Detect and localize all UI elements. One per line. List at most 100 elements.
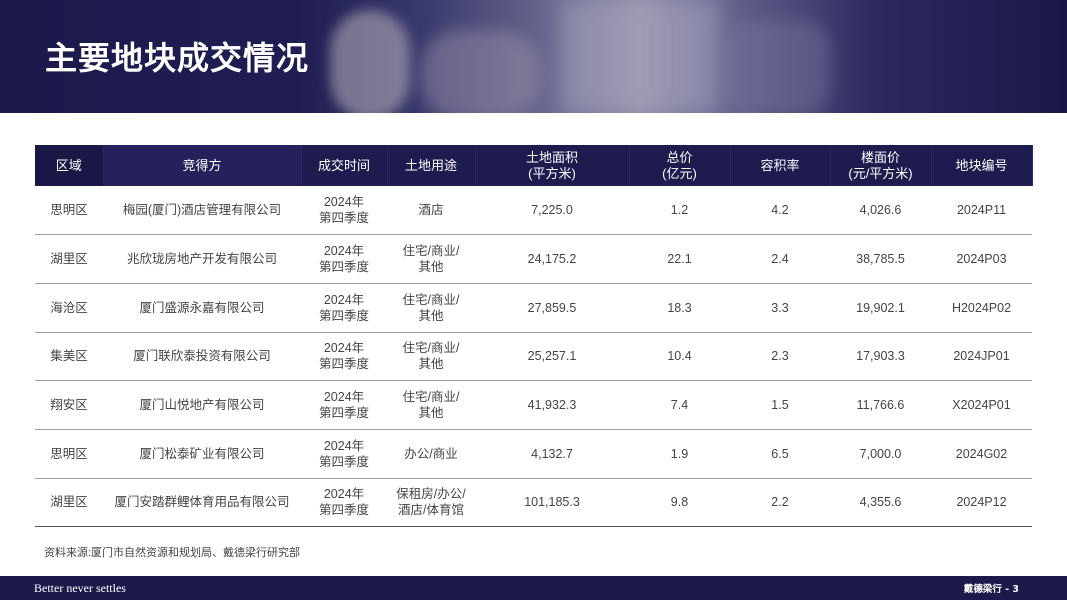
column-header: 总价 (亿元) <box>629 145 731 186</box>
column-header-label: (亿元) <box>662 165 697 181</box>
table-cell-line: 2024年 <box>323 341 365 356</box>
table-row: 湖里区 兆欣珑房地产开发有限公司 2024年 第四季度 住宅/商业/其他 24,175.2… <box>35 234 1032 284</box>
header-photo-figure <box>420 30 540 113</box>
table-cell: 2.4 <box>730 234 830 284</box>
table-cell: 1.5 <box>730 380 830 430</box>
table-cell: 4,132.7 <box>475 429 629 479</box>
table-cell: 38,785.5 <box>830 234 931 284</box>
table-cell: 厦门山悦地产有限公司 <box>103 380 301 430</box>
source-note: 资料来源:厦门市自然资源和规划局、戴德梁行研究部 <box>44 547 301 559</box>
table-cell-line: 酒店 <box>418 203 444 218</box>
table-cell: 41,932.3 <box>475 380 629 430</box>
land-transactions-table: 区域 竞得方 成交时间 土地用途 土地面积 (平方米) 总价 (亿元) 容积率 楼面价 (元/平方米… <box>35 145 1033 528</box>
table-cell: 2.3 <box>730 332 830 382</box>
table-cell-line: 第四季度 <box>318 260 369 275</box>
table-cell-line: 住宅/商业/ <box>402 341 460 356</box>
table-cell: 22.1 <box>629 234 730 284</box>
table-cell: 4.2 <box>730 186 830 236</box>
page-number: 戴德梁行 - 3 <box>963 584 1019 595</box>
table-cell: 兆欣珑房地产开发有限公司 <box>103 234 301 284</box>
table-cell-line: 2024年 <box>323 244 365 259</box>
column-header: 区域 <box>35 145 104 186</box>
table-cell-line: 第四季度 <box>318 211 369 226</box>
table-cell: 2024年 第四季度 <box>301 332 387 382</box>
table-cell: 2024年 第四季度 <box>301 429 387 479</box>
table-row: 湖里区 厦门安踏群鲤体育用品有限公司 2024年 第四季度 保租房/办公/酒店/体育馆 1… <box>35 478 1032 528</box>
table-cell: 2024年 第四季度 <box>301 478 387 528</box>
column-header: 竞得方 <box>103 145 302 186</box>
table-cell: 3.3 <box>730 283 830 333</box>
table-cell: 住宅/商业/其他 <box>387 234 475 284</box>
table-cell: 2.2 <box>730 478 830 528</box>
table-cell: 厦门联欣泰投资有限公司 <box>103 332 301 382</box>
table-row: 思明区 厦门松泰矿业有限公司 2024年 第四季度 办公/商业 4,132.7 1.9 6.5… <box>35 429 1032 479</box>
table-cell: 1.2 <box>629 186 730 236</box>
table-cell-line: 第四季度 <box>318 454 369 469</box>
table-cell: 思明区 <box>35 186 103 236</box>
table-cell-line: 住宅/商业/ <box>402 292 460 307</box>
table-cell: 2024年 第四季度 <box>301 283 387 333</box>
table-cell: 7,000.0 <box>830 429 931 479</box>
header-photo-figure <box>560 0 720 113</box>
table-cell: 18.3 <box>629 283 730 333</box>
table-cell-line: 住宅/商业/ <box>402 390 460 405</box>
table-cell: 4,355.6 <box>830 478 931 528</box>
column-header-label: (平方米) <box>528 165 576 181</box>
table-cell: 27,859.5 <box>475 283 629 333</box>
table-cell: 9.8 <box>629 478 730 528</box>
table-cell: 海沧区 <box>35 283 103 333</box>
table-row: 海沧区 厦门盛源永嘉有限公司 2024年 第四季度 住宅/商业/其他 27,859.5 18… <box>35 283 1032 333</box>
column-header: 土地面积 (平方米) <box>475 145 630 186</box>
column-header-label: 竞得方 <box>182 157 222 173</box>
table-cell-line: 第四季度 <box>318 308 369 323</box>
table-cell: 2024JP01 <box>931 332 1032 382</box>
table-cell: 2024年 第四季度 <box>301 186 387 236</box>
table-cell-line: 酒店/体育馆 <box>398 503 464 518</box>
table-cell-line: 第四季度 <box>318 503 369 518</box>
column-header: 容积率 <box>730 145 831 186</box>
footer-tagline: Better never settles <box>34 581 126 595</box>
table-cell: 2024年 第四季度 <box>301 380 387 430</box>
table-cell-line: 2024年 <box>323 292 365 307</box>
table-cell: 10.4 <box>629 332 730 382</box>
table-cell: 办公/商业 <box>387 429 475 479</box>
column-header-label: 区域 <box>55 157 82 173</box>
table-cell-line: 其他 <box>418 406 444 421</box>
table-cell: 酒店 <box>387 186 475 236</box>
column-header: 地块编号 <box>931 145 1033 186</box>
table-cell: 1.9 <box>629 429 730 479</box>
header-photo-figure <box>330 10 410 113</box>
table-row: 翔安区 厦门山悦地产有限公司 2024年 第四季度 住宅/商业/其他 41,932.3 7.… <box>35 380 1032 430</box>
table-cell: 保租房/办公/酒店/体育馆 <box>387 478 475 528</box>
table-cell: 7.4 <box>629 380 730 430</box>
table-cell: 厦门安踏群鲤体育用品有限公司 <box>103 478 301 528</box>
table-cell: H2024P02 <box>931 283 1032 333</box>
table-cell: 7,225.0 <box>475 186 629 236</box>
column-header-label: 楼面价 <box>860 149 900 165</box>
table-cell-line: 办公/商业 <box>404 446 458 461</box>
table-cell: 4,026.6 <box>830 186 931 236</box>
table-cell: 厦门松泰矿业有限公司 <box>103 429 301 479</box>
table-cell: 2024P03 <box>931 234 1032 284</box>
column-header-label: 成交时间 <box>317 157 370 173</box>
table-cell: 25,257.1 <box>475 332 629 382</box>
table-cell: 思明区 <box>35 429 103 479</box>
table-cell: 24,175.2 <box>475 234 629 284</box>
table-cell-line: 第四季度 <box>318 357 369 372</box>
table-cell-line: 2024年 <box>323 438 365 453</box>
table-cell: 101,185.3 <box>475 478 629 528</box>
column-header-label: 土地面积 <box>525 149 578 165</box>
column-header-label: 土地用途 <box>404 157 457 173</box>
column-header: 土地用途 <box>387 145 476 186</box>
table-cell: 住宅/商业/其他 <box>387 332 475 382</box>
table-cell-line: 住宅/商业/ <box>402 244 460 259</box>
table-cell: 翔安区 <box>35 380 103 430</box>
table-body: 思明区 梅园(厦门)酒店管理有限公司 2024年 第四季度 酒店 7,225.0 1.2 4.… <box>35 186 1032 528</box>
table-row: 思明区 梅园(厦门)酒店管理有限公司 2024年 第四季度 酒店 7,225.0 1.2 4.… <box>35 186 1032 236</box>
table-cell: 住宅/商业/其他 <box>387 380 475 430</box>
page-title: 主要地块成交情况 <box>45 39 310 77</box>
table-cell-line: 2024年 <box>323 390 365 405</box>
table-cell-line: 其他 <box>418 260 444 275</box>
table-cell: 住宅/商业/其他 <box>387 283 475 333</box>
table-cell-line: 2024年 <box>323 487 365 502</box>
